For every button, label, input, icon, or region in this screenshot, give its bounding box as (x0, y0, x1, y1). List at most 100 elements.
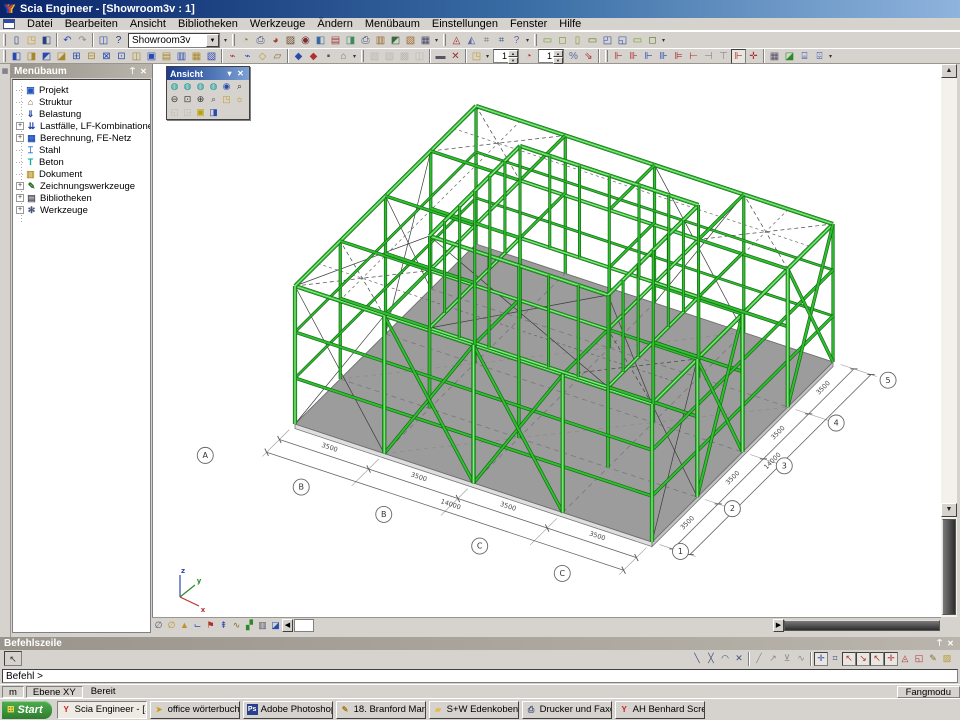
tool-icon[interactable]: ⌁ (225, 49, 240, 64)
tool-icon[interactable]: ◆ (306, 49, 321, 64)
print-icon[interactable]: ⎙ (253, 33, 268, 48)
close-icon[interactable]: ✕ (945, 638, 956, 649)
layer-folder-icon[interactable]: ◳ (469, 49, 484, 64)
frame4-icon[interactable]: ▭ (585, 33, 600, 48)
units-cell[interactable]: m (2, 686, 24, 698)
tool-icon[interactable]: ⌁ (240, 49, 255, 64)
snap-mid-icon[interactable]: ↘ (856, 652, 870, 666)
expand-icon[interactable]: + (16, 194, 24, 202)
close-icon[interactable]: ✕ (138, 66, 149, 77)
snap-origin-icon[interactable]: ✛ (814, 652, 828, 666)
toolbar-overflow-icon[interactable]: ▾ (524, 37, 531, 44)
menu-datei[interactable]: Datei (21, 18, 59, 31)
new-window-icon[interactable]: ◫ (96, 33, 111, 48)
toolbar-overflow-icon[interactable]: ▾ (433, 37, 440, 44)
menu-menuebaum[interactable]: Menübaum (359, 18, 426, 31)
taskbar-button-3[interactable]: PsAdobe Photoshop ... (243, 701, 333, 719)
sidebar-item-bibliotheken[interactable]: +▤Bibliotheken (13, 192, 150, 204)
taskbar-button-7[interactable]: YAH Benhard Scree... (615, 701, 705, 719)
spinner-up-icon[interactable]: ▲ (508, 50, 518, 57)
taskbar-button-1[interactable]: YScia Engineer - [... (57, 701, 147, 719)
snap-line-icon[interactable]: ╲ (690, 652, 704, 666)
scroll-down-icon[interactable]: ▼ (941, 503, 957, 517)
axo-icon[interactable]: ◬ (449, 33, 464, 48)
tool-icon[interactable]: ⊫ (671, 49, 686, 64)
tool-icon[interactable]: ◪ (54, 49, 69, 64)
toolbar-grip[interactable] (232, 34, 235, 46)
frame7-icon[interactable]: ▭ (630, 33, 645, 48)
tool-icon[interactable]: ◨ (24, 49, 39, 64)
snap-end-icon[interactable]: ↖ (842, 652, 856, 666)
taskbar-button-5[interactable]: ▰S+W Edenkoben (429, 701, 519, 719)
info-icon[interactable]: ? (509, 33, 524, 48)
tool-icon[interactable]: ⊪ (626, 49, 641, 64)
expand-icon[interactable]: + (16, 122, 24, 130)
tool-icon[interactable]: ◫ (412, 49, 427, 64)
tool-icon[interactable]: ▬ (433, 49, 448, 64)
snap-edge-icon[interactable]: ◱ (912, 652, 926, 666)
raster-icon[interactable]: ⌗ (479, 33, 494, 48)
tool-icon[interactable]: ⊟ (84, 49, 99, 64)
toolbar-grip[interactable] (3, 50, 6, 62)
snap-del-icon[interactable]: ✕ (732, 652, 746, 666)
tool-icon[interactable]: ◩ (39, 49, 54, 64)
hatch-icon[interactable]: ▞ (243, 619, 256, 632)
snap-curve-icon[interactable]: ∿ (794, 652, 808, 666)
tool-icon[interactable]: ▣ (144, 49, 159, 64)
list-icon[interactable]: ▥ (256, 619, 269, 632)
tool-icon[interactable]: ◪ (782, 49, 797, 64)
tool-icon[interactable]: ⊩ (611, 49, 626, 64)
menu-fenster[interactable]: Fenster (504, 18, 553, 31)
tool-icon[interactable]: ⊡ (114, 49, 129, 64)
expand-icon[interactable]: + (16, 134, 24, 142)
raster2-icon[interactable]: ⌗ (494, 33, 509, 48)
gallery-icon[interactable]: ▤ (328, 33, 343, 48)
mdi-child-icon[interactable] (3, 19, 15, 29)
tool-icon[interactable]: ◫ (129, 49, 144, 64)
tool-icon[interactable]: ▩ (397, 49, 412, 64)
pin-icon[interactable]: ⍑ (934, 638, 945, 649)
expand-icon[interactable]: + (16, 206, 24, 214)
start-button[interactable]: ⊞ Start (2, 701, 52, 719)
undo-icon[interactable]: ↶ (60, 33, 75, 48)
tool-icon[interactable]: ⊢ (686, 49, 701, 64)
spinner-up-icon[interactable]: ▲ (553, 50, 563, 57)
tool-icon[interactable]: ⊣ (701, 49, 716, 64)
toolbar-grip[interactable] (605, 50, 608, 62)
snap-node-icon[interactable]: ↖ (870, 652, 884, 666)
menu-einstellungen[interactable]: Einstellungen (426, 18, 504, 31)
expand-icon[interactable]: + (16, 182, 24, 190)
snap-peak-icon[interactable]: ╱ (752, 652, 766, 666)
curve-icon[interactable]: ∿ (230, 619, 243, 632)
tool-icon[interactable]: ▨ (382, 49, 397, 64)
tool-icon[interactable]: ⌹ (812, 49, 827, 64)
tool-icon[interactable]: ▧ (204, 49, 219, 64)
open-folder-icon[interactable]: ◳ (24, 33, 39, 48)
frame3-icon[interactable]: ▯ (570, 33, 585, 48)
menu-tree-caption[interactable]: Menübaum ⍑ ✕ (11, 64, 152, 78)
snap-mid2-icon[interactable]: ⊻ (780, 652, 794, 666)
light-icon[interactable]: ☼ (233, 93, 246, 106)
taskbar-button-6[interactable]: ⎙Drucker und Faxg... (522, 701, 612, 719)
tool-icon[interactable]: ▦ (189, 49, 204, 64)
command-input[interactable]: Befehl > (2, 669, 958, 683)
snap-sketch-icon[interactable]: ✎ (926, 652, 940, 666)
tool-icon[interactable]: ▪ (321, 49, 336, 64)
shade-icon[interactable]: ◪ (269, 619, 282, 632)
combobox-dropdown-icon[interactable]: ▼ (206, 34, 219, 47)
sidebar-item-beton[interactable]: TBeton (13, 156, 150, 168)
scroll-cell[interactable] (294, 619, 314, 632)
toolbar-overflow-icon[interactable]: ▾ (484, 53, 491, 60)
menu-bibliotheken[interactable]: Bibliotheken (172, 18, 244, 31)
tool-icon[interactable]: ✕ (448, 49, 463, 64)
clip2-icon[interactable]: ∅ (165, 619, 178, 632)
scroll-right-icon[interactable]: ▶ (773, 619, 784, 632)
menu-bearbeiten[interactable]: Bearbeiten (59, 18, 124, 31)
sidebar-item-berechnung-fe-netz[interactable]: +▦Berechnung, FE-Netz (13, 132, 150, 144)
clip1-icon[interactable]: ∅ (152, 619, 165, 632)
command-line-caption[interactable]: Befehlszeile ⍑ ✕ (0, 637, 960, 650)
view-icon[interactable]: ◨ (343, 33, 358, 48)
snap-cross-icon[interactable]: ╳ (704, 652, 718, 666)
dock-handle-icon[interactable]: ▦ (0, 67, 10, 77)
sidebar-item-zeichnungswerkzeuge[interactable]: +✎Zeichnungswerkzeuge (13, 180, 150, 192)
